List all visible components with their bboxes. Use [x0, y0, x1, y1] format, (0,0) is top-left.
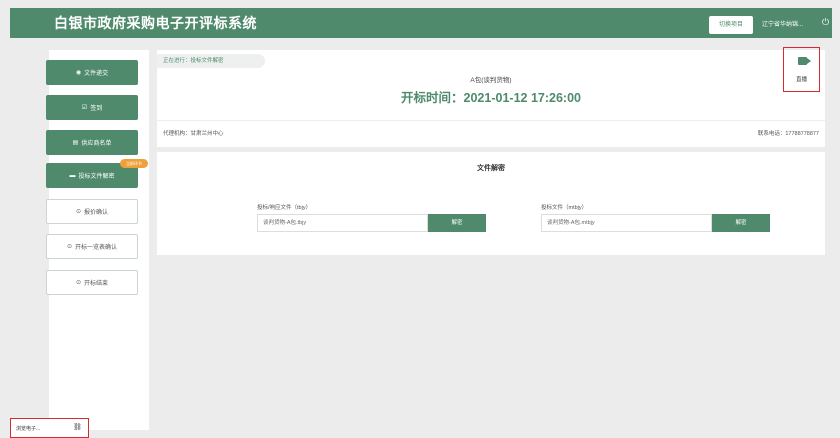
folder-icon: ▬: [69, 172, 76, 179]
checkbox-icon: ☑: [81, 105, 88, 111]
phone-text: 联系电话：17788778877: [757, 131, 819, 137]
agency-text: 代理机构：甘肃兰州中心: [163, 131, 224, 137]
open-time-value: 2021-01-12 17:26:00: [463, 91, 581, 105]
decrypt-panel: 文件解密 投标/响应文件（tbjy） 谈判货物-A包.tbjy 解密 投标文件（…: [157, 152, 825, 255]
widget-text: 浏览电子...: [16, 426, 41, 432]
tbjy-decrypt-button[interactable]: 解密: [428, 214, 486, 232]
current-step-badge: 当前环节: [120, 159, 148, 168]
sidebar-item-file-submit[interactable]: ◉ 文件递交: [46, 60, 138, 85]
sidebar-item-opening-end[interactable]: ⊙ 开标结束: [46, 270, 138, 295]
sidebar-item-supplier-list[interactable]: ▤ 供应商名单: [46, 130, 138, 155]
live-stream-button[interactable]: 直播: [783, 47, 820, 92]
tbjy-label: 投标/响应文件（tbjy）: [257, 205, 312, 211]
video-camera-icon: [798, 57, 811, 65]
circle-dot-icon: ◉: [75, 70, 82, 76]
mtbjy-decrypt-button[interactable]: 解密: [712, 214, 770, 232]
top-header: 白银市政府采购电子开评标系统 切换项目 辽宁省华纳锦... ⏻: [10, 8, 832, 38]
check-circle-icon: ⊙: [75, 280, 81, 286]
sidebar-item-overview-confirm[interactable]: ⊙ 开标一览表确认: [46, 234, 138, 259]
divider: [157, 120, 825, 121]
sidebar-item-label: 开标一览表确认: [75, 245, 118, 251]
decrypt-title: 文件解密: [477, 165, 505, 172]
list-icon: ▤: [72, 140, 79, 146]
sidebar-item-label: 文件递交: [84, 71, 109, 77]
check-circle-icon: ⊙: [75, 209, 81, 215]
sidebar-item-label: 报价确认: [84, 210, 109, 216]
app-title: 白银市政府采购电子开评标系统: [54, 15, 257, 31]
power-icon[interactable]: ⏻: [822, 17, 829, 28]
switch-project-button[interactable]: 切换项目: [709, 16, 753, 34]
sidebar-item-label: 签到: [90, 106, 103, 112]
open-time: 开标时间：2021-01-12 17:26:00: [157, 87, 825, 106]
sidebar-item-price-confirm[interactable]: ⊙ 报价确认: [46, 199, 138, 224]
mtbjy-file-input[interactable]: 谈判货物-A包.mtbjy: [541, 214, 712, 232]
package-name: A包(谈判货物): [470, 77, 512, 84]
sidebar-item-sign-in[interactable]: ☑ 签到: [46, 95, 138, 120]
mtbjy-label: 投标文件（mtbjy）: [541, 205, 588, 211]
tbjy-file-input[interactable]: 谈判货物-A包.tbjy: [257, 214, 428, 232]
sidebar-item-label: 投标文件解密: [78, 174, 115, 180]
user-name[interactable]: 辽宁省华纳锦...: [762, 19, 803, 28]
sidebar-item-label: 开标结束: [84, 281, 109, 287]
live-label: 直播: [795, 77, 807, 83]
status-text: 正在进行：投标文件解密: [157, 54, 265, 68]
info-panel: 正在进行：投标文件解密 A包(谈判货物) 开标时间：2021-01-12 17:…: [157, 47, 825, 147]
open-time-label: 开标时间：: [401, 91, 464, 105]
check-circle-icon: ⊙: [66, 244, 72, 250]
sidebar-item-label: 供应商名单: [81, 141, 112, 147]
bottom-left-widget[interactable]: 浏览电子... ⛓: [10, 418, 89, 438]
